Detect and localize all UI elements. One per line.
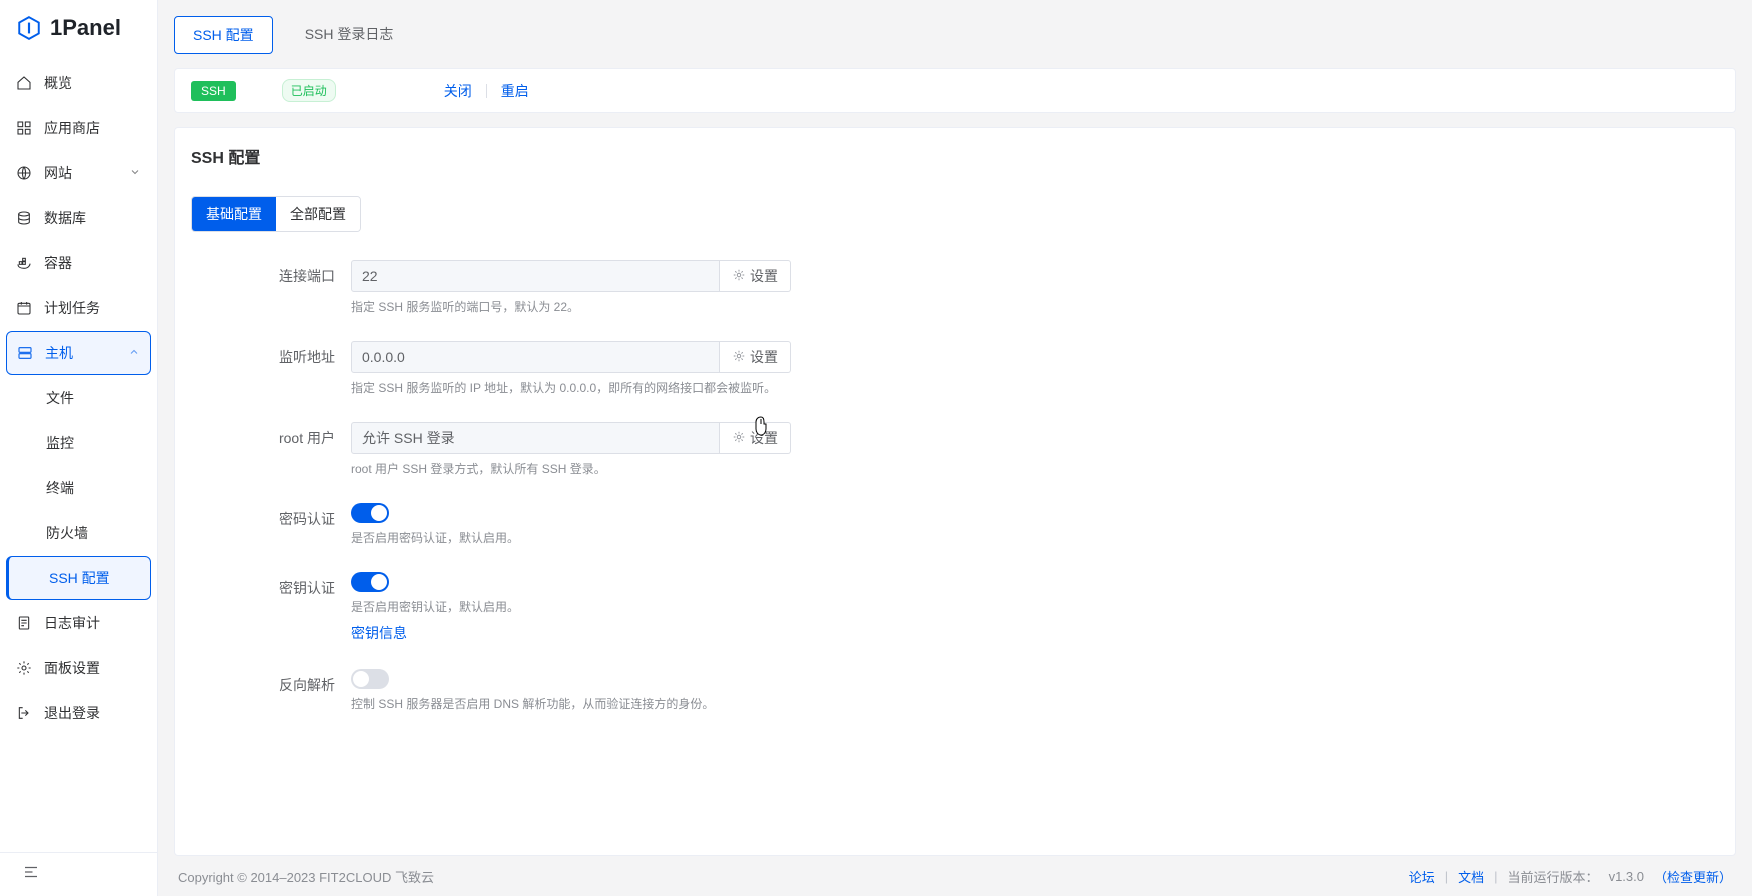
sidebar-item-label: 日志审计: [44, 613, 100, 633]
root-input: [351, 422, 720, 454]
sidebar-item-websites[interactable]: 网站: [6, 151, 151, 195]
top-tabs: SSH 配置 SSH 登录日志: [174, 16, 1736, 54]
sidebar-item-terminal[interactable]: 终端: [6, 466, 151, 510]
root-hint: root 用户 SSH 登录方式，默认所有 SSH 登录。: [351, 460, 991, 477]
sidebar-item-label: 网站: [44, 163, 72, 183]
sidebar-item-files[interactable]: 文件: [6, 376, 151, 420]
password-hint: 是否启用密码认证，默认启用。: [351, 529, 991, 546]
port-hint: 指定 SSH 服务监听的端口号，默认为 22。: [351, 298, 991, 315]
segment-basic[interactable]: 基础配置: [192, 197, 276, 231]
restart-button[interactable]: 重启: [501, 81, 529, 101]
sidebar-item-label: 数据库: [44, 208, 86, 228]
sidebar-item-label: 退出登录: [44, 703, 100, 723]
sidebar-item-cron[interactable]: 计划任务: [6, 286, 151, 330]
tab-ssh-config[interactable]: SSH 配置: [174, 16, 273, 54]
sidebar-item-label: 面板设置: [44, 658, 100, 678]
server-icon: [17, 345, 33, 361]
sidebar-item-settings[interactable]: 面板设置: [6, 646, 151, 690]
port-label: 连接端口: [191, 260, 351, 286]
sidebar-item-label: 防火墙: [46, 523, 88, 543]
version: v1.3.0: [1609, 869, 1644, 884]
tab-ssh-log[interactable]: SSH 登录日志: [287, 16, 412, 54]
docs-link[interactable]: 文档: [1458, 867, 1484, 886]
sidebar: 1Panel 概览 应用商店 网站 数据库 容器 计划任务 主: [0, 0, 158, 896]
listen-label: 监听地址: [191, 341, 351, 367]
root-set-button[interactable]: 设置: [720, 422, 791, 454]
reverse-label: 反向解析: [191, 669, 351, 695]
sidebar-item-label: 监控: [46, 433, 74, 453]
logo-icon: [16, 15, 42, 41]
home-icon: [16, 75, 32, 91]
password-switch[interactable]: [351, 503, 389, 523]
sidebar-item-container[interactable]: 容器: [6, 241, 151, 285]
nav: 概览 应用商店 网站 数据库 容器 计划任务 主机 文件 监控: [0, 55, 157, 852]
sidebar-item-label: 文件: [46, 388, 74, 408]
grid-icon: [16, 120, 32, 136]
divider: [486, 84, 487, 98]
sidebar-item-label: 终端: [46, 478, 74, 498]
copyright: Copyright © 2014–2023 FIT2CLOUD 飞致云: [178, 867, 434, 886]
footer: Copyright © 2014–2023 FIT2CLOUD 飞致云 论坛 |…: [174, 856, 1736, 896]
sidebar-item-monitor[interactable]: 监控: [6, 421, 151, 465]
check-update-link[interactable]: （检查更新）: [1654, 867, 1732, 886]
listen-set-button[interactable]: 设置: [720, 341, 791, 373]
ssh-form: 连接端口 设置 指定 SSH 服务监听的端口号，默认为 22。 监听地址: [191, 260, 991, 712]
logo-text: 1Panel: [50, 15, 121, 41]
gear-icon: [732, 349, 746, 366]
chevron-down-icon: [129, 165, 141, 181]
sidebar-item-ssh-config[interactable]: SSH 配置: [6, 556, 151, 600]
sidebar-item-database[interactable]: 数据库: [6, 196, 151, 240]
gear-icon: [16, 660, 32, 676]
collapse-button[interactable]: [0, 852, 157, 896]
database-icon: [16, 210, 32, 226]
key-hint: 是否启用密钥认证，默认启用。: [351, 598, 991, 615]
config-segments: 基础配置 全部配置: [191, 196, 361, 232]
file-icon: [16, 615, 32, 631]
sidebar-item-label: 概览: [44, 73, 72, 93]
version-label: 当前运行版本：: [1508, 867, 1599, 886]
sidebar-item-appstore[interactable]: 应用商店: [6, 106, 151, 150]
reverse-switch[interactable]: [351, 669, 389, 689]
docker-icon: [16, 255, 32, 271]
port-set-button[interactable]: 设置: [720, 260, 791, 292]
main: SSH 配置 SSH 登录日志 SSH 已启动 关闭 重启 SSH 配置 基础配…: [158, 0, 1752, 896]
segment-all[interactable]: 全部配置: [276, 197, 360, 231]
logout-icon: [16, 705, 32, 721]
reverse-hint: 控制 SSH 服务器是否启用 DNS 解析功能，从而验证连接方的身份。: [351, 695, 991, 712]
sidebar-item-overview[interactable]: 概览: [6, 61, 151, 105]
sidebar-item-label: 主机: [45, 343, 73, 363]
logo[interactable]: 1Panel: [0, 0, 157, 55]
sidebar-item-logs[interactable]: 日志审计: [6, 601, 151, 645]
status-badge: 已启动: [282, 79, 336, 102]
status-bar: SSH 已启动 关闭 重启: [174, 68, 1736, 113]
page-title: SSH 配置: [191, 144, 1719, 178]
globe-icon: [16, 165, 32, 181]
sidebar-item-label: 计划任务: [44, 298, 100, 318]
gear-icon: [732, 268, 746, 285]
sidebar-item-firewall[interactable]: 防火墙: [6, 511, 151, 555]
forum-link[interactable]: 论坛: [1409, 867, 1435, 886]
password-label: 密码认证: [191, 503, 351, 529]
chevron-up-icon: [128, 345, 140, 361]
listen-input: [351, 341, 720, 373]
sidebar-item-label: SSH 配置: [49, 568, 110, 588]
sidebar-item-label: 应用商店: [44, 118, 100, 138]
config-card: SSH 配置 基础配置 全部配置 连接端口 设置 指定 SSH 服务监听的端口号…: [174, 127, 1736, 856]
sidebar-item-host[interactable]: 主机: [6, 331, 151, 375]
key-label: 密钥认证: [191, 572, 351, 598]
listen-hint: 指定 SSH 服务监听的 IP 地址，默认为 0.0.0.0，即所有的网络接口都…: [351, 379, 991, 396]
ssh-badge: SSH: [191, 81, 236, 101]
close-button[interactable]: 关闭: [444, 81, 472, 101]
menu-collapse-icon: [22, 863, 40, 886]
port-input: [351, 260, 720, 292]
root-label: root 用户: [191, 422, 351, 448]
gear-icon: [732, 430, 746, 447]
calendar-icon: [16, 300, 32, 316]
sidebar-item-label: 容器: [44, 253, 72, 273]
key-switch[interactable]: [351, 572, 389, 592]
key-info-link[interactable]: 密钥信息: [351, 623, 407, 643]
sidebar-item-logout[interactable]: 退出登录: [6, 691, 151, 735]
